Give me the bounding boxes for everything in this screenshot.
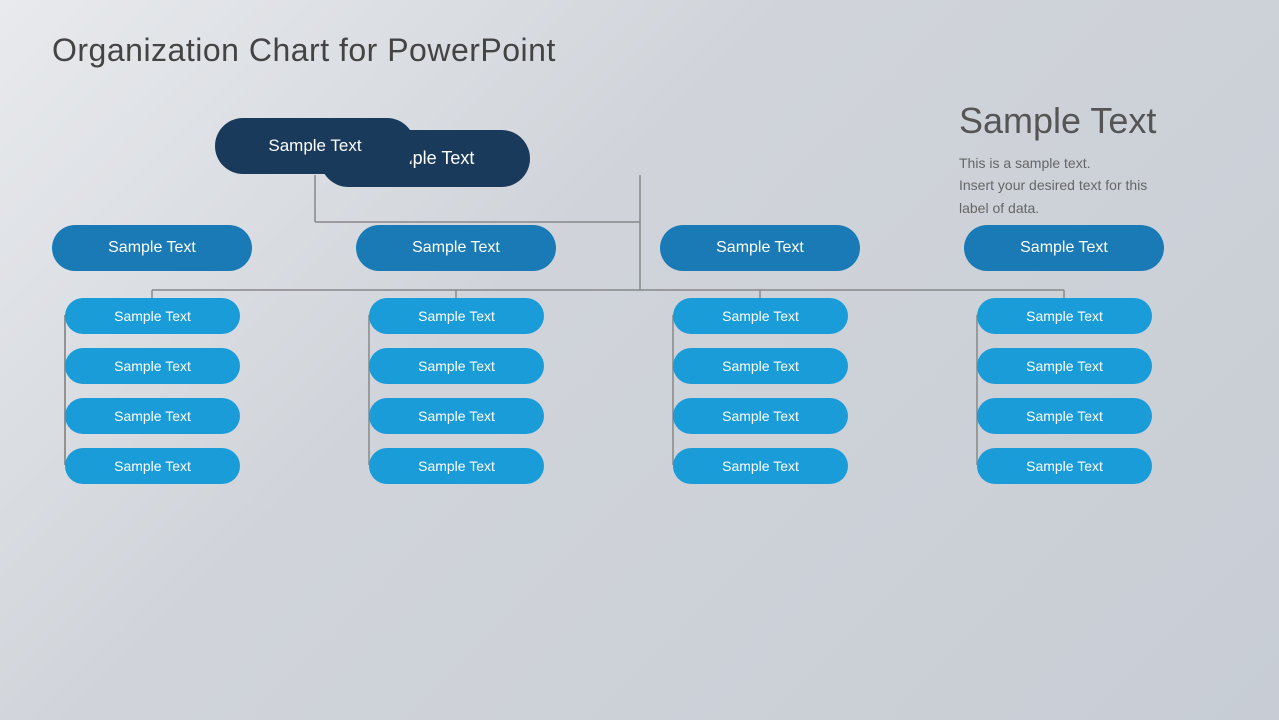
side-description: This is a sample text.Insert your desire… xyxy=(959,152,1219,219)
col1-item-1: Sample Text xyxy=(65,298,240,334)
col3-item-2: Sample Text xyxy=(673,348,848,384)
col2-item-1: Sample Text xyxy=(369,298,544,334)
col3-item-1: Sample Text xyxy=(673,298,848,334)
col-header-2: Sample Text xyxy=(356,225,556,271)
side-text-box: Sample Text This is a sample text.Insert… xyxy=(959,100,1219,219)
col3-item-3: Sample Text xyxy=(673,398,848,434)
col1-item-4: Sample Text xyxy=(65,448,240,484)
level2-node: Sample Text xyxy=(215,118,415,174)
col-header-1: Sample Text xyxy=(52,225,252,271)
col4-item-4: Sample Text xyxy=(977,448,1152,484)
col-header-3: Sample Text xyxy=(660,225,860,271)
side-title: Sample Text xyxy=(959,100,1219,142)
col2-item-2: Sample Text xyxy=(369,348,544,384)
col4-item-1: Sample Text xyxy=(977,298,1152,334)
col4-item-2: Sample Text xyxy=(977,348,1152,384)
col2-item-3: Sample Text xyxy=(369,398,544,434)
col-header-4: Sample Text xyxy=(964,225,1164,271)
col1-item-3: Sample Text xyxy=(65,398,240,434)
col3-item-4: Sample Text xyxy=(673,448,848,484)
col2-item-4: Sample Text xyxy=(369,448,544,484)
col1-item-2: Sample Text xyxy=(65,348,240,384)
page-title: Organization Chart for PowerPoint xyxy=(52,32,556,69)
col4-item-3: Sample Text xyxy=(977,398,1152,434)
